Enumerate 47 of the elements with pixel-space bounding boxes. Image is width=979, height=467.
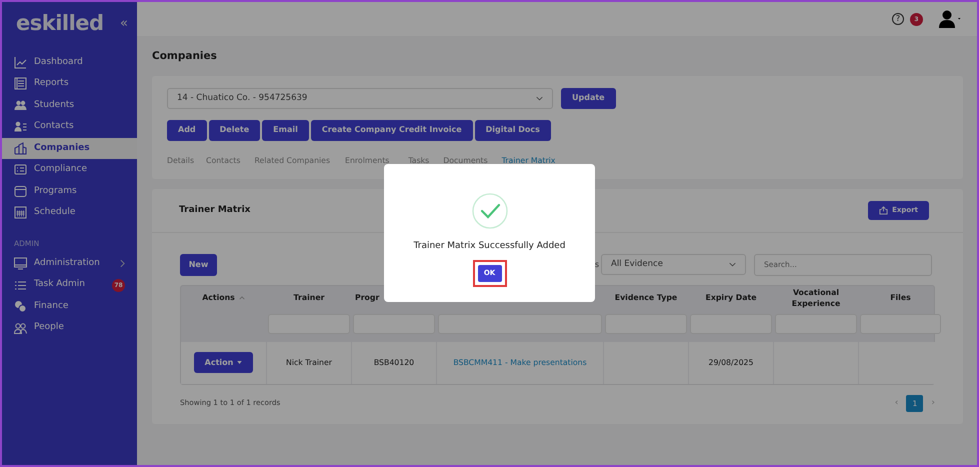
- sort-icon[interactable]: [238, 296, 245, 300]
- evidence-select[interactable]: All Evidence: [601, 254, 746, 276]
- upload-icon: [879, 206, 888, 215]
- caret-icon: [237, 361, 242, 364]
- coins-icon: [14, 300, 27, 313]
- chart-icon: [14, 56, 27, 69]
- sidebar-item[interactable]: Administration: [2, 252, 137, 274]
- sidebar-item[interactable]: People: [2, 317, 137, 339]
- collapse-button[interactable]: «: [120, 14, 128, 34]
- people-icon: [14, 322, 27, 334]
- dialog-message: Trainer Matrix Successfully Added: [414, 240, 566, 253]
- monitor-icon: [14, 257, 27, 270]
- new-button[interactable]: New: [180, 254, 217, 276]
- sidebar-item[interactable]: Dashboard: [2, 52, 137, 73]
- sidebar-item[interactable]: Compliance: [2, 159, 137, 180]
- page-title: Companies: [152, 49, 218, 64]
- calendar-icon: [14, 206, 27, 220]
- report-icon: [14, 77, 27, 90]
- success-icon: [472, 193, 508, 229]
- action-button[interactable]: Add: [167, 120, 207, 141]
- list-icon: [14, 278, 27, 292]
- chevron-down-icon: [536, 96, 543, 101]
- sidebar-item[interactable]: Schedule: [2, 202, 137, 224]
- sidebar-item[interactable]: Programs: [2, 180, 137, 202]
- sidebar-item[interactable]: Students: [2, 94, 137, 116]
- action-button[interactable]: Delete: [208, 120, 260, 141]
- update-button[interactable]: Update: [561, 88, 616, 109]
- action-dropdown[interactable]: Action: [194, 352, 254, 374]
- card-title: Trainer Matrix: [179, 204, 250, 216]
- sidebar-item[interactable]: Finance: [2, 296, 137, 318]
- contact-card-icon: [14, 120, 27, 134]
- logo: eskilled: [16, 10, 104, 37]
- window-icon: [14, 184, 27, 198]
- chevron-down-icon: [729, 262, 736, 268]
- action-button[interactable]: Email: [262, 120, 309, 141]
- user-menu-icon[interactable]: [939, 10, 963, 28]
- users-icon: [14, 98, 27, 112]
- sidebar-item[interactable]: Companies: [2, 138, 137, 159]
- company-select[interactable]: 14 - Chuatico Co. - 954725639: [167, 88, 553, 109]
- filter-label: s: [594, 258, 599, 271]
- checklist-icon: [14, 163, 27, 176]
- action-button[interactable]: Digital Docs: [474, 120, 551, 141]
- sidebar-item[interactable]: Reports: [2, 73, 137, 94]
- help-icon[interactable]: ?: [892, 13, 904, 25]
- action-button[interactable]: Create Company Credit Invoice: [310, 120, 473, 141]
- building-icon: [14, 142, 27, 155]
- sidebar-item[interactable]: Contacts: [2, 116, 137, 138]
